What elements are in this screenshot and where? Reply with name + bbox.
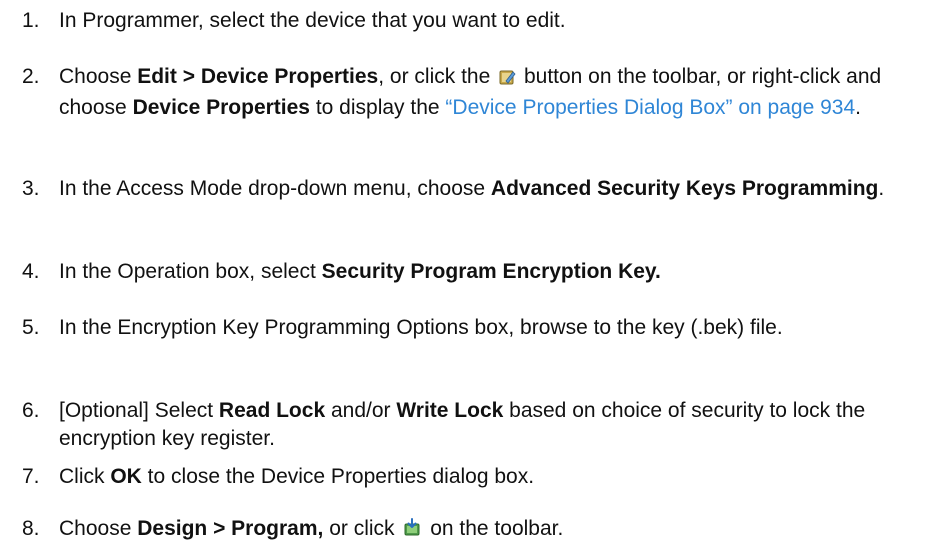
- device-properties-dialog-link[interactable]: “Device Properties Dialog Box” on page 9…: [445, 96, 855, 119]
- step-text: In the Operation box, select Security Pr…: [59, 260, 661, 283]
- step-number: 7.: [22, 465, 40, 488]
- step-text: [Optional] Select Read Lock and/or Write…: [59, 399, 866, 450]
- step-text: Click OK to close the Device Properties …: [59, 465, 535, 488]
- step-number: 8.: [22, 517, 40, 540]
- step-number: 4.: [22, 260, 40, 283]
- program-icon: [402, 518, 422, 546]
- step-text: In the Access Mode drop-down menu, choos…: [59, 177, 885, 200]
- step-text: In the Encryption Key Programming Option…: [59, 316, 783, 339]
- step-number: 6.: [22, 399, 40, 422]
- device-properties-icon: [498, 66, 516, 94]
- step-number: 1.: [22, 9, 40, 32]
- step-number: 2.: [22, 65, 40, 88]
- step-number: 3.: [22, 177, 40, 200]
- step-text: In Programmer, select the device that yo…: [59, 9, 566, 32]
- step-text: Choose Edit > Device Properties, or clic…: [59, 65, 882, 119]
- step-text: Choose Design > Program, or click on the…: [59, 515, 919, 546]
- step-number: 5.: [22, 316, 40, 339]
